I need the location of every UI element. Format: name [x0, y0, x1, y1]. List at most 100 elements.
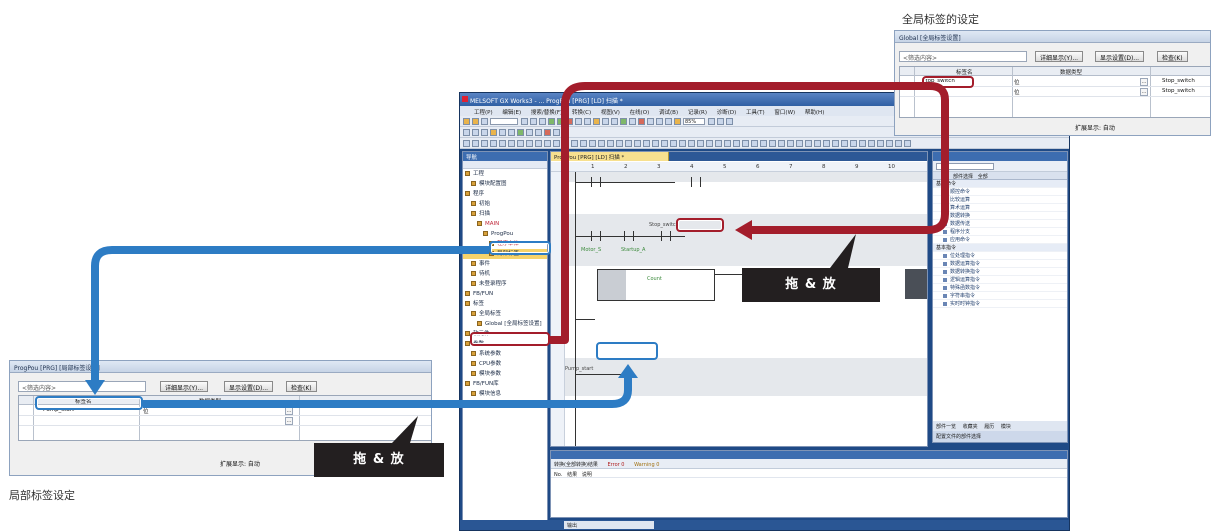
library-item[interactable]: 实时时钟指令: [933, 300, 1067, 308]
library-tab[interactable]: 收藏夹: [963, 424, 978, 430]
step-icon[interactable]: [629, 118, 636, 125]
tree-item-standby[interactable]: 待机: [463, 269, 547, 279]
pulse-rise-icon[interactable]: [787, 140, 794, 147]
library-item[interactable]: 位处理指令: [933, 252, 1067, 260]
hline-icon[interactable]: [859, 140, 866, 147]
invert-icon[interactable]: [715, 140, 722, 147]
pulse-fall-icon[interactable]: [526, 140, 533, 147]
ladder-icon[interactable]: [814, 140, 821, 147]
invert-icon[interactable]: [895, 140, 902, 147]
warning-count-tab[interactable]: Warning 0: [634, 462, 659, 468]
contact-no-icon[interactable]: [733, 140, 740, 147]
vline-icon[interactable]: [598, 140, 605, 147]
coil-icon[interactable]: [841, 140, 848, 147]
dropdown-button[interactable]: …: [1140, 78, 1148, 86]
contact-no-icon[interactable]: [823, 140, 830, 147]
paste-icon[interactable]: [539, 118, 546, 125]
output-tab-convert[interactable]: 转换(全部转换)结果: [554, 462, 598, 468]
stop-switch-contact[interactable]: [661, 231, 671, 241]
nav-toggle-icon[interactable]: [463, 129, 470, 136]
cut-icon[interactable]: [521, 118, 528, 125]
function-icon[interactable]: [760, 140, 767, 147]
lib-toggle-icon[interactable]: [472, 129, 479, 136]
zoom-combo[interactable]: 85%: [683, 118, 705, 125]
parameter-icon[interactable]: [508, 129, 515, 136]
global-detail-button[interactable]: 详细显示(Y)...: [1035, 51, 1084, 62]
vline-icon[interactable]: [508, 140, 515, 147]
coil-icon[interactable]: [571, 140, 578, 147]
library-item[interactable]: 数据转换: [933, 212, 1067, 220]
global-device-cell[interactable]: Stop_switch: [1162, 88, 1195, 94]
library-tab[interactable]: 模块: [1001, 424, 1011, 430]
editor-tab[interactable]: ProgPou [PRG] [LD] 扫描 *: [551, 152, 669, 161]
ladder-contact[interactable]: [591, 231, 601, 241]
library-item[interactable]: 比较运算: [933, 196, 1067, 204]
coil-icon[interactable]: [661, 140, 668, 147]
ladder-icon[interactable]: [544, 140, 551, 147]
zoom-out-icon[interactable]: [717, 118, 724, 125]
stop-icon[interactable]: [566, 118, 573, 125]
pulse-rise-icon[interactable]: [877, 140, 884, 147]
library-tab[interactable]: 履历: [984, 424, 994, 430]
error-count-tab[interactable]: Error 0: [608, 462, 625, 468]
hline-icon[interactable]: [769, 140, 776, 147]
read-plc-icon[interactable]: [557, 118, 564, 125]
contact-nc-icon[interactable]: [742, 140, 749, 147]
run-icon[interactable]: [620, 118, 627, 125]
global-label-type-cell[interactable]: 位: [1014, 88, 1020, 96]
contact-no-icon[interactable]: [643, 140, 650, 147]
pulse-fall-icon[interactable]: [616, 140, 623, 147]
tree-item-fb-fun[interactable]: FB/FUN: [463, 289, 547, 299]
library-item[interactable]: 数据传送: [933, 220, 1067, 228]
library-item[interactable]: 顺控命令: [933, 188, 1067, 196]
online-icon[interactable]: [517, 129, 524, 136]
ladder-icon[interactable]: [634, 140, 641, 147]
library-tabs-secondary[interactable]: 配置文件的部件选择: [933, 431, 1067, 442]
global-filter-input[interactable]: <筛选内容>: [899, 51, 1027, 62]
tree-item-cpu-param[interactable]: CPU参数: [463, 359, 547, 369]
hline-icon[interactable]: [499, 140, 506, 147]
library-group[interactable]: 基本指令: [933, 244, 1067, 252]
vline-icon[interactable]: [688, 140, 695, 147]
tree-item-labels[interactable]: 标签: [463, 299, 547, 309]
function-icon[interactable]: [580, 140, 587, 147]
global-label-type-cell[interactable]: 位: [1014, 78, 1020, 86]
tree-item-program[interactable]: 程序: [463, 189, 547, 199]
simulate-icon[interactable]: [535, 129, 542, 136]
function-icon[interactable]: [850, 140, 857, 147]
coil-icon[interactable]: [481, 140, 488, 147]
function-icon[interactable]: [670, 140, 677, 147]
library-item[interactable]: 数据转换指令: [933, 268, 1067, 276]
local-check-button[interactable]: 检查(K): [286, 381, 317, 392]
tree-item-unregistered[interactable]: 未登录程序: [463, 279, 547, 289]
save-icon[interactable]: [481, 118, 488, 125]
zoom-in-icon[interactable]: [708, 118, 715, 125]
local-display-settings-button[interactable]: 显示设置(D)...: [224, 381, 274, 392]
output-toggle-icon[interactable]: [481, 129, 488, 136]
dropdown-button[interactable]: …: [285, 417, 293, 425]
hline-icon[interactable]: [589, 140, 596, 147]
comment-icon[interactable]: [665, 118, 672, 125]
tree-item-project[interactable]: 工程: [463, 169, 547, 179]
library-tab[interactable]: 部件一览: [936, 424, 956, 430]
invert-icon[interactable]: [625, 140, 632, 147]
monitor-icon[interactable]: [575, 118, 582, 125]
device-list-icon[interactable]: [499, 129, 506, 136]
tree-item-module-config[interactable]: 模块配置图: [463, 179, 547, 189]
tree-item-progpou[interactable]: ProgPou: [463, 229, 547, 239]
function-block[interactable]: [597, 269, 715, 301]
library-group[interactable]: 基本命令: [933, 180, 1067, 188]
tree-item-event[interactable]: 事件: [463, 259, 547, 269]
write-plc-icon[interactable]: [548, 118, 555, 125]
invert-icon[interactable]: [535, 140, 542, 147]
pulse-rise-icon[interactable]: [517, 140, 524, 147]
library-item[interactable]: 数据运算指令: [933, 260, 1067, 268]
global-device-cell[interactable]: Stop_switch: [1162, 78, 1195, 84]
function-icon[interactable]: [490, 140, 497, 147]
ladder-icon[interactable]: [904, 140, 911, 147]
tree-item-fb-lib[interactable]: FB/FUN库: [463, 379, 547, 389]
ladder-contact[interactable]: [691, 177, 701, 187]
global-check-button[interactable]: 检查(K): [1157, 51, 1188, 62]
tree-item-initial[interactable]: 初始: [463, 199, 547, 209]
alarm-icon[interactable]: [544, 129, 551, 136]
